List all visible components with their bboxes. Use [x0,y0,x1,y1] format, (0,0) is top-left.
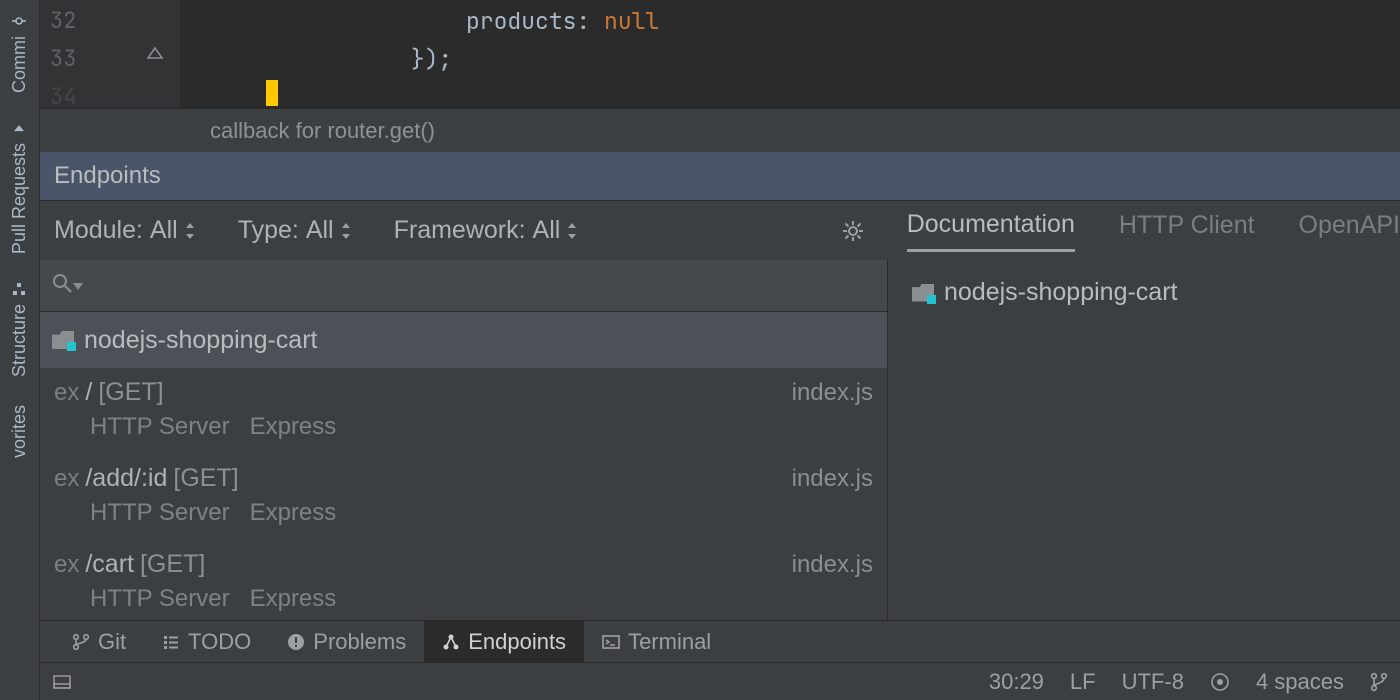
endpoint-method: [GET] [173,464,238,493]
toolwindow-title: Endpoints [54,162,161,190]
sidebar-tab-label: vorites [9,405,30,458]
project-name: nodejs-shopping-cart [84,326,317,355]
endpoint-file: index.js [792,465,873,493]
endpoints-filter-bar: Module: All Type: All Framework: All Doc… [40,200,1400,260]
endpoints-project-row[interactable]: nodejs-shopping-cart [40,312,887,368]
pull-request-icon [13,121,27,135]
endpoint-file: index.js [792,551,873,579]
endpoints-panel: nodejs-shopping-cart ex/ [GET]index.jsHT… [40,260,888,620]
bottom-tab-todo[interactable]: TODO [144,621,269,662]
filter-framework[interactable]: Framework: All [394,216,579,245]
folder-icon [912,284,934,302]
commit-icon [13,14,27,28]
sidebar-tab-label: Pull Requests [9,143,30,254]
windows-layout-icon[interactable] [52,672,72,692]
sidebar-tab-commit[interactable]: Commi [9,0,30,107]
chevron-down-icon[interactable] [72,280,84,292]
editor-caret [266,80,278,106]
sidebar-tab-label: Commi [9,36,30,93]
gear-icon [841,219,865,243]
filter-type[interactable]: Type: All [238,216,352,245]
documentation-panel: nodejs-shopping-cart [888,260,1400,620]
endpoint-prefix: ex [54,379,79,407]
filter-module[interactable]: Module: All [54,216,196,245]
endpoint-path: /add/:id [85,464,167,493]
endpoint-row[interactable]: ex/ [GET] index.js HTTP Server Express [40,368,887,454]
folder-icon [52,331,74,349]
endpoint-path: / [85,378,92,407]
line-number: 33 [50,44,76,73]
status-line-separator[interactable]: LF [1070,669,1096,695]
structure-icon [13,282,27,296]
endpoint-row[interactable]: ex/add/:id [GET] index.js HTTP Server Expr… [40,454,887,540]
tab-openapi[interactable]: OpenAPI [1299,211,1400,250]
endpoint-meta: HTTP Server Express [54,413,873,441]
endpoint-prefix: ex [54,551,79,579]
status-indent[interactable]: 4 spaces [1256,669,1344,695]
code-editor[interactable]: 32 33 34 products: null }); [40,0,1400,108]
bottom-tab-problems[interactable]: Problems [269,621,424,662]
breadcrumb[interactable]: callback for router.get() [40,108,1400,152]
tab-http-client[interactable]: HTTP Client [1119,211,1255,250]
endpoint-meta: HTTP Server Express [54,499,873,527]
sidebar-tab-structure[interactable]: Structure [9,268,30,391]
bottom-toolbar: Git TODO Problems Endpoints Terminal [40,620,1400,662]
settings-button[interactable] [829,219,877,243]
endpoint-meta: HTTP Server Express [54,585,873,613]
left-toolbar: Commi Pull Requests Structure vorites [0,0,40,700]
status-cursor[interactable]: 30:29 [989,669,1044,695]
code-line: }); [190,44,452,74]
endpoint-prefix: ex [54,465,79,493]
reader-mode-icon[interactable] [1210,672,1230,692]
endpoints-search[interactable] [40,260,887,312]
doc-project-name: nodejs-shopping-cart [944,278,1177,307]
sidebar-tab-label: Structure [9,304,30,377]
code-line: products: null [190,6,659,36]
tab-documentation[interactable]: Documentation [907,210,1075,252]
doc-project-row[interactable]: nodejs-shopping-cart [912,278,1376,307]
chevron-updown-icon [566,222,578,240]
endpoint-method: [GET] [98,378,163,407]
breadcrumb-label: callback for router.get() [210,118,435,144]
bottom-tab-git[interactable]: Git [54,621,144,662]
endpoint-row[interactable]: ex/cart [GET] index.js HTTP Server Express [40,540,887,620]
toolwindow-header: Endpoints [40,152,1400,200]
warning-icon [287,633,305,651]
status-encoding[interactable]: UTF-8 [1122,669,1184,695]
git-branch-icon [72,633,90,651]
endpoint-file: index.js [792,379,873,407]
terminal-icon [602,633,620,651]
status-bar: 30:29 LF UTF-8 4 spaces [40,662,1400,700]
bottom-tab-endpoints[interactable]: Endpoints [424,621,584,662]
line-number: 34 [50,82,76,111]
endpoint-method: [GET] [140,550,205,579]
line-number: 32 [50,6,76,35]
chevron-updown-icon [184,222,196,240]
endpoints-icon [442,633,460,651]
chevron-updown-icon [340,222,352,240]
git-branch-icon[interactable] [1370,672,1388,692]
endpoints-list: ex/ [GET]index.jsHTTP Server Expressex/a… [40,368,887,620]
search-input[interactable] [92,273,875,299]
list-icon [162,633,180,651]
search-icon [52,273,72,299]
sidebar-tab-favorites[interactable]: vorites [9,391,30,472]
endpoint-path: /cart [85,550,134,579]
bottom-tab-terminal[interactable]: Terminal [584,621,729,662]
fold-icon[interactable] [144,44,166,66]
sidebar-tab-pull-requests[interactable]: Pull Requests [9,107,30,268]
